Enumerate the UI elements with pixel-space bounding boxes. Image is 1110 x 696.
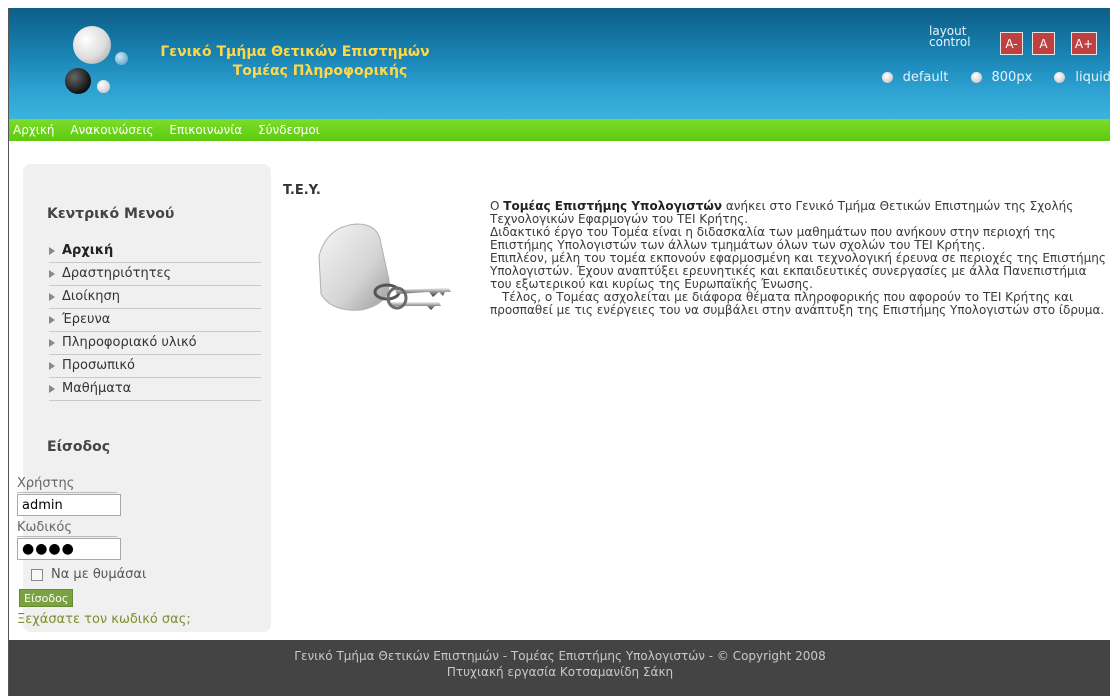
font-reset-button[interactable]: A <box>1032 32 1055 55</box>
intro-bold: Τομέας Επιστήμης Υπολογιστών <box>503 199 723 213</box>
footer-copyright: Γενικό Τμήμα Θετικών Επιστημών - Τομέας … <box>294 649 826 663</box>
forgot-password-link[interactable]: Ξεχάσατε τον κωδικό σας; <box>17 612 191 627</box>
arrow-right-icon <box>49 293 55 301</box>
arrow-right-icon <box>49 316 55 324</box>
radio-icon[interactable] <box>1054 72 1066 83</box>
checkbox-icon[interactable] <box>31 568 43 581</box>
layout-options: default 800px liquid <box>864 70 1110 85</box>
layout-control: layout control A- A A+ <box>913 24 1097 60</box>
sidebar-item-activities[interactable]: Δραστηριότητες <box>49 263 261 286</box>
sidebar-item-administration[interactable]: Διοίκηση <box>49 286 261 309</box>
main-menu-heading: Κεντρικό Μενού <box>47 206 175 222</box>
main-content: Ο Τομέας Επιστήμης Υπολογιστών ανήκει στ… <box>490 199 1106 317</box>
arrow-right-icon <box>49 270 55 278</box>
arrow-right-icon <box>49 247 55 255</box>
radio-icon[interactable] <box>881 72 893 83</box>
site-header: Γενικό Τμήμα Θετικών Επιστημών Τομέας Πλ… <box>9 8 1110 119</box>
remember-me[interactable]: Να με θυμάσαι <box>31 567 146 582</box>
nav-item-links[interactable]: Σύνδεσμοι <box>258 119 320 141</box>
nav-item-home[interactable]: Αρχική <box>13 119 55 141</box>
paragraph-final: Τέλος, ο Τομέας ασχολείται με διάφορα θέ… <box>490 290 1105 317</box>
page-title: T.E.Y. <box>283 183 321 198</box>
nav-spacer <box>9 141 1110 159</box>
paragraph-teaching: Διδακτικό έργο του Τομέα είναι η διδασκα… <box>490 225 1056 252</box>
username-label: Χρήστης <box>17 476 117 493</box>
sidebar-item-label: Διοίκηση <box>62 289 121 304</box>
sidebar-item-label: Προσωπικό <box>62 358 135 373</box>
layout-control-label: layout control <box>929 24 971 49</box>
sidebar: Κεντρικό Μενού Αρχική Δραστηριότητες Διο… <box>17 164 271 632</box>
sidebar-item-staff[interactable]: Προσωπικό <box>49 355 261 378</box>
sidebar-item-info-material[interactable]: Πληροφοριακό υλικό <box>49 332 261 355</box>
paragraph-research: Επιπλέον, μέλη του τομέα εκπονούν εφαρμο… <box>490 251 1106 291</box>
arrow-right-icon <box>49 385 55 393</box>
sidebar-item-home[interactable]: Αρχική <box>49 240 261 263</box>
sidebar-item-label: Μαθήματα <box>62 381 132 396</box>
sidebar-item-label: Δραστηριότητες <box>62 266 172 281</box>
nav-item-announcements[interactable]: Ανακοινώσεις <box>70 119 153 141</box>
remember-me-label: Να με θυμάσαι <box>51 567 147 582</box>
radio-icon[interactable] <box>970 72 982 83</box>
site-title-line2: Τομέας Πληροφορικής <box>232 63 408 79</box>
password-label: Κωδικός <box>17 520 117 537</box>
nav-item-contact[interactable]: Επικοινωνία <box>169 119 242 141</box>
site-title-line1: Γενικό Τμήμα Θετικών Επιστημών <box>160 44 430 60</box>
arrow-right-icon <box>49 339 55 347</box>
layout-option-default[interactable]: default <box>903 70 949 85</box>
page: Γενικό Τμήμα Θετικών Επιστημών Τομέας Πλ… <box>8 8 1110 696</box>
sidebar-item-courses[interactable]: Μαθήματα <box>49 378 261 401</box>
site-title: Γενικό Τμήμα Θετικών Επιστημών Τομέας Πλ… <box>145 43 445 81</box>
top-nav: Αρχική Ανακοινώσεις Επικοινωνία Σύνδεσμο… <box>9 119 1110 159</box>
username-input[interactable] <box>17 494 121 516</box>
main-menu: Αρχική Δραστηριότητες Διοίκηση Έρευνα Πλ… <box>49 240 261 401</box>
layout-option-800px[interactable]: 800px <box>992 70 1033 85</box>
footer-credit: Πτυχιακή εργασία Κοτσαμανίδη Σάκη <box>446 665 674 679</box>
arrow-right-icon <box>49 362 55 370</box>
password-input[interactable]: ●●●● <box>17 538 121 560</box>
sidebar-item-label: Πληροφοριακό υλικό <box>62 335 197 350</box>
footer: Γενικό Τμήμα Θετικών Επιστημών - Τομέας … <box>9 640 1110 696</box>
logo <box>59 22 139 102</box>
sidebar-item-label: Αρχική <box>62 243 114 258</box>
font-decrease-button[interactable]: A- <box>1000 32 1023 55</box>
login-submit-button[interactable]: Είσοδος <box>19 589 74 607</box>
sidebar-item-label: Έρευνα <box>62 312 111 327</box>
sidebar-item-research[interactable]: Έρευνα <box>49 309 261 332</box>
login-heading: Είσοδος <box>47 439 111 455</box>
layout-option-liquid[interactable]: liquid <box>1075 70 1110 85</box>
font-increase-button[interactable]: A+ <box>1071 32 1097 55</box>
